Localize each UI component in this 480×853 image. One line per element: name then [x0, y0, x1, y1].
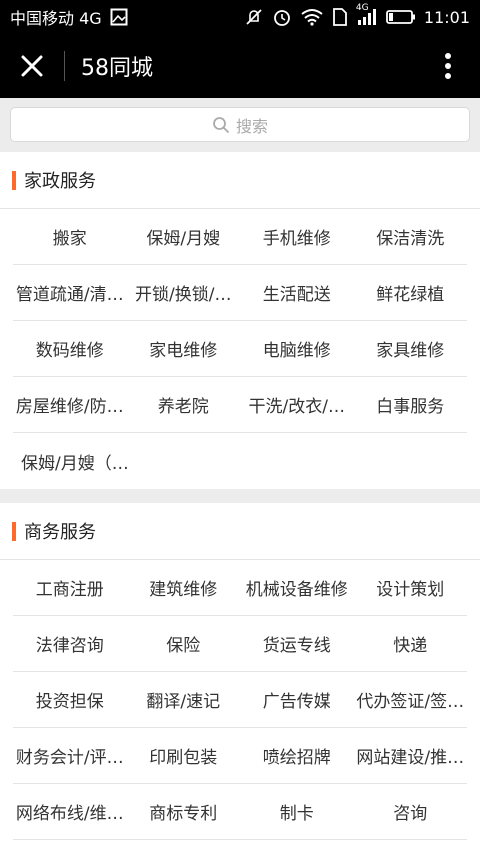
close-button[interactable]: [0, 34, 64, 98]
carrier-label: 中国移动 4G: [10, 9, 102, 28]
service-item[interactable]: 网络布线/维…: [13, 784, 127, 840]
service-item[interactable]: 养老院: [126, 377, 240, 433]
service-item[interactable]: 家具维修: [353, 321, 467, 377]
service-item[interactable]: 货运专线: [240, 616, 354, 672]
service-item[interactable]: 管道疏通/清…: [13, 265, 127, 321]
service-item[interactable]: 快递: [353, 616, 467, 672]
service-item[interactable]: 制卡: [240, 784, 354, 840]
service-item[interactable]: 代办签证/签…: [353, 672, 467, 728]
mute-icon: [244, 7, 264, 27]
service-item[interactable]: 机械设备维修: [240, 560, 354, 616]
section-header: 商务服务: [0, 503, 480, 560]
section-accent-bar: [12, 170, 16, 190]
signal-icon: 4G: [356, 3, 378, 26]
section-header: 家政服务: [0, 152, 480, 209]
service-item[interactable]: 保姆/月嫂（…: [13, 433, 127, 489]
service-item[interactable]: 干洗/改衣/…: [240, 377, 354, 433]
service-item[interactable]: 白事服务: [353, 377, 467, 433]
service-item[interactable]: 保险: [126, 616, 240, 672]
service-item[interactable]: 房屋维修/防…: [13, 377, 127, 433]
service-item[interactable]: 搬家: [13, 209, 127, 265]
wifi-icon: [300, 8, 324, 26]
network-type-label: 4G: [355, 3, 369, 13]
section-title: 家政服务: [24, 171, 96, 192]
more-menu-button[interactable]: [432, 50, 464, 82]
service-item[interactable]: 设计策划: [353, 560, 467, 616]
service-item[interactable]: 家电维修: [126, 321, 240, 377]
section-business-services: 商务服务 工商注册 建筑维修 机械设备维修 设计策划 法律咨询 保险 货运专线 …: [0, 503, 480, 840]
search-input[interactable]: 搜索: [10, 107, 470, 142]
service-item[interactable]: 投资担保: [13, 672, 127, 728]
search-placeholder: 搜索: [235, 116, 268, 136]
close-icon: [20, 54, 44, 78]
alarm-icon: [272, 7, 292, 27]
service-grid: 工商注册 建筑维修 机械设备维修 设计策划 法律咨询 保险 货运专线 快递 投资…: [0, 560, 480, 840]
battery-icon: [385, 9, 416, 25]
service-item[interactable]: 建筑维修: [126, 560, 240, 616]
search-icon: [212, 116, 230, 134]
title-bar: 58同城: [0, 34, 480, 98]
service-item[interactable]: 生活配送: [240, 265, 354, 321]
service-item[interactable]: 保姆/月嫂: [126, 209, 240, 265]
service-item[interactable]: 印刷包装: [126, 728, 240, 784]
service-item[interactable]: 工商注册: [13, 560, 127, 616]
section-title: 商务服务: [24, 522, 96, 543]
section-home-services: 家政服务 搬家 保姆/月嫂 手机维修 保洁清洗 管道疏通/清… 开锁/换锁/… …: [0, 152, 480, 489]
service-item[interactable]: 财务会计/评…: [13, 728, 127, 784]
service-item[interactable]: 数码维修: [13, 321, 127, 377]
service-item[interactable]: 喷绘招牌: [240, 728, 354, 784]
service-item[interactable]: 法律咨询: [13, 616, 127, 672]
page-title: 58同城: [81, 56, 153, 81]
clock-time: 11:01: [423, 7, 470, 27]
search-bar: 搜索: [0, 98, 480, 152]
service-item[interactable]: 咨询: [353, 784, 467, 840]
service-item[interactable]: 商标专利: [126, 784, 240, 840]
service-item[interactable]: 网站建设/推…: [353, 728, 467, 784]
service-item[interactable]: 手机维修: [240, 209, 354, 265]
gallery-icon: [110, 8, 128, 26]
more-vertical-icon: [444, 52, 452, 80]
section-gap: [0, 489, 480, 503]
sim-icon: [332, 7, 348, 27]
service-item[interactable]: 电脑维修: [240, 321, 354, 377]
service-item[interactable]: 保洁清洗: [353, 209, 467, 265]
service-item[interactable]: 鲜花绿植: [353, 265, 467, 321]
section-accent-bar: [12, 521, 16, 541]
service-item[interactable]: 开锁/换锁/…: [126, 265, 240, 321]
service-grid: 搬家 保姆/月嫂 手机维修 保洁清洗 管道疏通/清… 开锁/换锁/… 生活配送 …: [0, 209, 480, 489]
title-divider: [64, 51, 65, 81]
service-item[interactable]: 广告传媒: [240, 672, 354, 728]
service-item[interactable]: 翻译/速记: [126, 672, 240, 728]
status-bar: 中国移动 4G 4G 11:01: [0, 0, 480, 34]
